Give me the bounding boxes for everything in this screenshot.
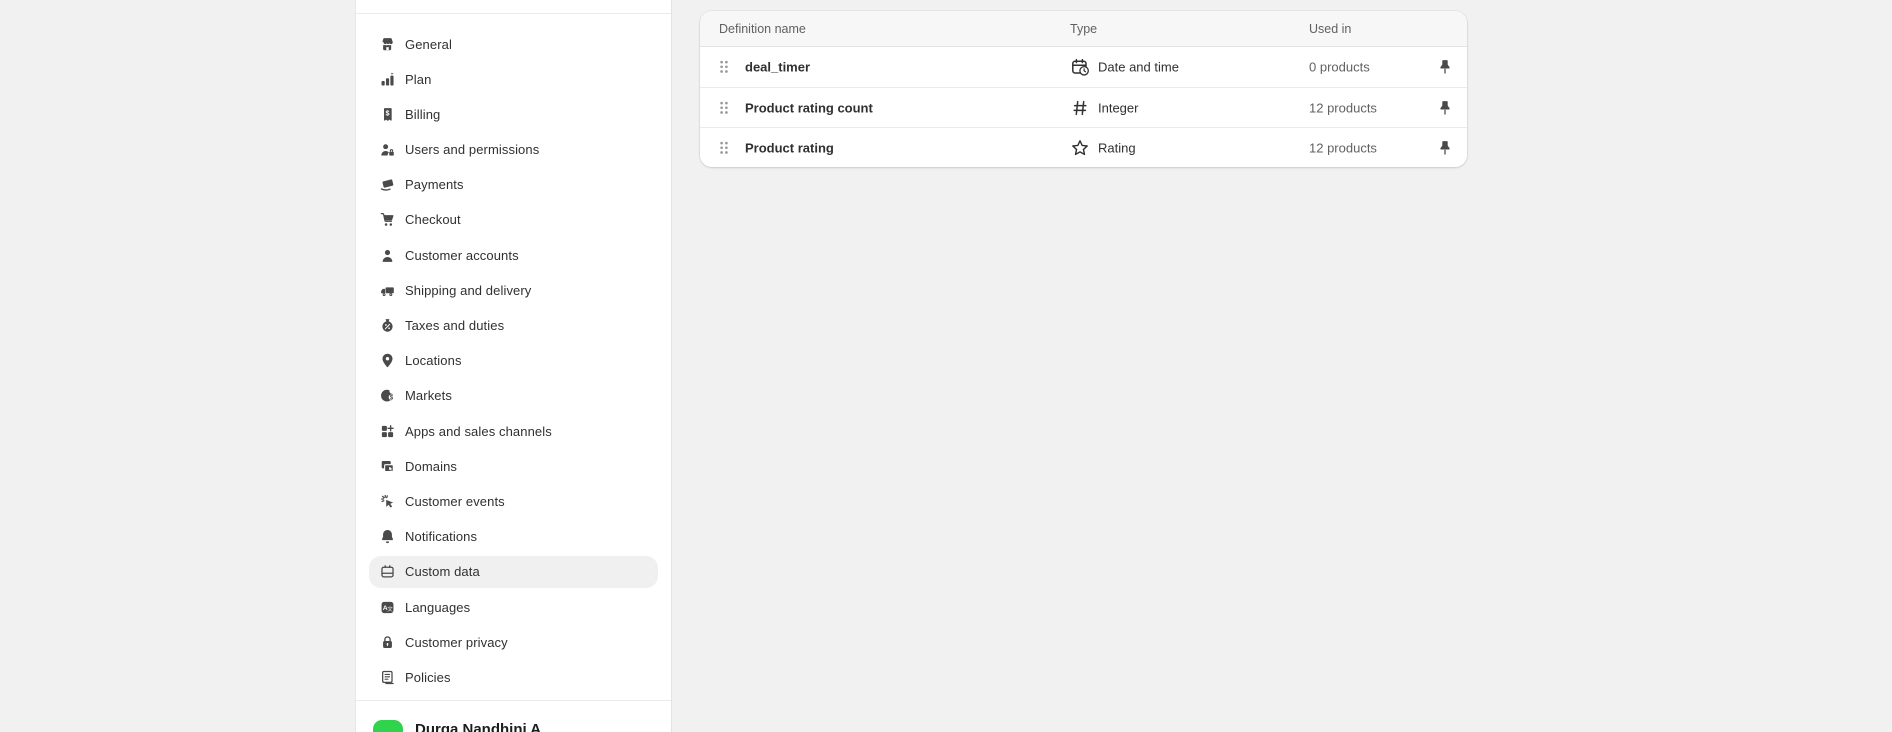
plan-icon <box>377 69 397 89</box>
definition-type: Integer <box>1098 100 1138 115</box>
sidebar-item-label: Taxes and duties <box>405 318 504 333</box>
drag-handle-icon[interactable] <box>719 140 729 155</box>
sidebar-item-policies[interactable]: Policies <box>369 661 658 693</box>
sidebar-item-label: Custom data <box>405 564 480 579</box>
table-header-row: Definition name Type Used in <box>700 11 1467 47</box>
privacy-icon <box>377 632 397 652</box>
checkout-icon <box>377 210 397 230</box>
sidebar-item-label: Customer events <box>405 494 505 509</box>
pin-button[interactable] <box>1434 56 1456 78</box>
main-content: Definition name Type Used in deal_timer D… <box>673 0 1892 732</box>
sidebar-item-plan[interactable]: Plan <box>369 63 658 95</box>
used-in-count: 0 products <box>1309 60 1370 75</box>
pin-button[interactable] <box>1434 137 1456 159</box>
sidebar-item-locations[interactable]: Locations <box>369 345 658 377</box>
table-row[interactable]: Product rating count Integer 12 products <box>700 87 1467 127</box>
domains-icon <box>377 456 397 476</box>
sidebar-item-custom-data[interactable]: Custom data <box>369 556 658 588</box>
sidebar-item-languages[interactable]: A文 Languages <box>369 591 658 623</box>
used-in-count: 12 products <box>1309 100 1377 115</box>
locations-icon <box>377 351 397 371</box>
languages-icon: A文 <box>377 597 397 617</box>
sidebar-item-checkout[interactable]: Checkout <box>369 204 658 236</box>
sidebar-item-label: Payments <box>405 177 464 192</box>
sidebar-item-label: Customer accounts <box>405 248 519 263</box>
sidebar-item-customer-accounts[interactable]: Customer accounts <box>369 239 658 271</box>
used-in-count: 12 products <box>1309 140 1377 155</box>
customer-events-icon <box>377 491 397 511</box>
pin-icon <box>1436 99 1454 117</box>
definition-type: Date and time <box>1098 60 1179 75</box>
sidebar-item-label: Languages <box>405 600 470 615</box>
sidebar-item-customer-privacy[interactable]: Customer privacy <box>369 626 658 658</box>
sidebar-item-label: Customer privacy <box>405 635 508 650</box>
sidebar-item-domains[interactable]: Domains <box>369 450 658 482</box>
users-icon <box>377 140 397 160</box>
sidebar-item-label: Billing <box>405 107 440 122</box>
column-header-definition-name: Definition name <box>719 22 806 36</box>
integer-icon <box>1070 98 1090 118</box>
sidebar-item-label: Policies <box>405 670 451 685</box>
billing-icon: $ <box>377 104 397 124</box>
store-icon <box>377 34 397 54</box>
table-row[interactable]: Product rating Rating 12 products <box>700 127 1467 167</box>
sidebar-item-label: Apps and sales channels <box>405 424 552 439</box>
sidebar-item-notifications[interactable]: Notifications <box>369 521 658 553</box>
store-user-row[interactable]: Durga Nandhini A <box>356 700 671 732</box>
definition-name: Product rating count <box>745 100 873 115</box>
custom-data-icon <box>377 562 397 582</box>
settings-nav: General Plan $ Billing Users and permissions… <box>356 13 671 700</box>
calendar-clock-icon <box>1070 57 1090 77</box>
notifications-icon <box>377 527 397 547</box>
sidebar-item-label: Shipping and delivery <box>405 283 531 298</box>
pin-icon <box>1436 139 1454 157</box>
sidebar-item-payments[interactable]: Payments <box>369 169 658 201</box>
sidebar-item-shipping-and-delivery[interactable]: Shipping and delivery <box>369 274 658 306</box>
sidebar-item-label: Plan <box>405 72 431 87</box>
sidebar-item-label: Domains <box>405 459 457 474</box>
store-name: Durga Nandhini A <box>415 721 541 732</box>
sidebar-item-users-and-permissions[interactable]: Users and permissions <box>369 134 658 166</box>
sidebar-item-label: General <box>405 37 452 52</box>
table-row[interactable]: deal_timer Date and time 0 products <box>700 47 1467 87</box>
taxes-icon <box>377 316 397 336</box>
column-header-type: Type <box>1070 22 1097 36</box>
store-avatar <box>373 720 403 732</box>
column-header-used-in: Used in <box>1309 22 1351 36</box>
settings-sidebar: General Plan $ Billing Users and permissions… <box>355 0 672 732</box>
sidebar-item-taxes-and-duties[interactable]: Taxes and duties <box>369 310 658 342</box>
markets-icon: $ <box>377 386 397 406</box>
drag-handle-icon[interactable] <box>719 100 729 115</box>
svg-text:文: 文 <box>387 604 393 612</box>
star-icon <box>1070 138 1090 158</box>
sidebar-item-label: Checkout <box>405 212 461 227</box>
policies-icon <box>377 667 397 687</box>
sidebar-item-apps-and-sales-channels[interactable]: Apps and sales channels <box>369 415 658 447</box>
sidebar-item-markets[interactable]: $ Markets <box>369 380 658 412</box>
pin-icon <box>1436 58 1454 76</box>
sidebar-item-label: Notifications <box>405 529 477 544</box>
drag-handle-icon[interactable] <box>719 60 729 75</box>
definitions-table-card: Definition name Type Used in deal_timer D… <box>700 11 1467 167</box>
apps-icon <box>377 421 397 441</box>
customer-accounts-icon <box>377 245 397 265</box>
sidebar-item-general[interactable]: General <box>369 28 658 60</box>
definition-type: Rating <box>1098 140 1136 155</box>
settings-page: General Plan $ Billing Users and permissions… <box>0 0 1892 732</box>
pin-button[interactable] <box>1434 97 1456 119</box>
sidebar-item-label: Locations <box>405 353 462 368</box>
payments-icon <box>377 175 397 195</box>
sidebar-item-customer-events[interactable]: Customer events <box>369 485 658 517</box>
table-body: deal_timer Date and time 0 products Product… <box>700 47 1467 167</box>
sidebar-item-billing[interactable]: $ Billing <box>369 98 658 130</box>
shipping-icon <box>377 280 397 300</box>
svg-text:$: $ <box>385 108 389 117</box>
sidebar-item-label: Users and permissions <box>405 142 539 157</box>
sidebar-item-label: Markets <box>405 388 452 403</box>
definition-name: Product rating <box>745 140 834 155</box>
definition-name: deal_timer <box>745 60 810 75</box>
